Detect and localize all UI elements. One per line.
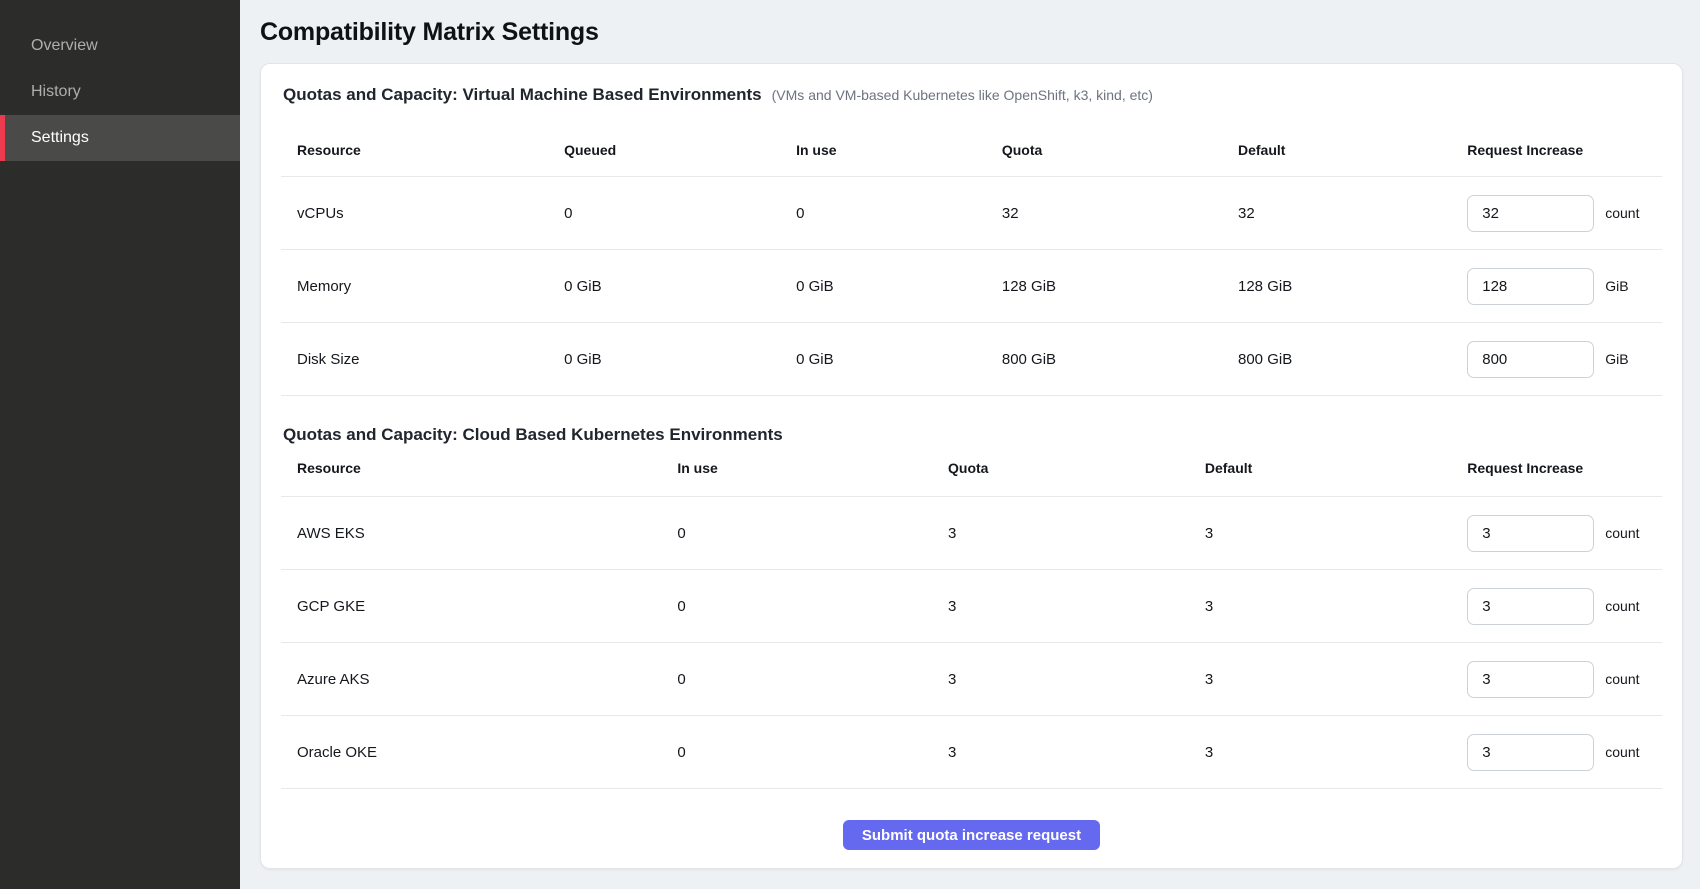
default-cell: 3 — [1205, 716, 1467, 789]
k8s-section-title: Quotas and Capacity: Cloud Based Kuberne… — [283, 424, 783, 445]
queued-cell: 0 — [564, 177, 796, 250]
in-use-cell: 0 — [677, 716, 948, 789]
column-header-request-increase: Request Increase — [1467, 122, 1662, 177]
default-cell: 32 — [1238, 177, 1467, 250]
default-cell: 3 — [1205, 643, 1467, 716]
sidebar-item-settings[interactable]: Settings — [0, 115, 240, 161]
unit-label: GiB — [1605, 351, 1628, 367]
default-cell: 128 GiB — [1238, 250, 1467, 323]
request-increase-input[interactable] — [1467, 195, 1594, 232]
in-use-cell: 0 GiB — [796, 323, 1002, 396]
column-header-request-increase: Request Increase — [1467, 445, 1662, 497]
request-increase-input[interactable] — [1467, 341, 1594, 378]
resource-cell: Oracle OKE — [281, 716, 677, 789]
column-header-quota: Quota — [948, 445, 1205, 497]
request-increase-cell: count — [1467, 643, 1662, 716]
column-header-in-use: In use — [677, 445, 948, 497]
unit-label: count — [1605, 744, 1639, 760]
table-row-aws-eks: AWS EKS 0 3 3 count — [281, 497, 1662, 570]
table-row-vcpus: vCPUs 0 0 32 32 count — [281, 177, 1662, 250]
quota-cell: 3 — [948, 497, 1205, 570]
quota-cell: 128 GiB — [1002, 250, 1238, 323]
unit-label: count — [1605, 525, 1639, 541]
in-use-cell: 0 — [796, 177, 1002, 250]
vm-section-title: Quotas and Capacity: Virtual Machine Bas… — [283, 84, 762, 105]
vm-table-header-row: Resource Queued In use Quota Default Req… — [281, 122, 1662, 177]
column-header-resource: Resource — [281, 122, 564, 177]
in-use-cell: 0 — [677, 497, 948, 570]
unit-label: count — [1605, 598, 1639, 614]
request-increase-input[interactable] — [1467, 588, 1594, 625]
queued-cell: 0 GiB — [564, 250, 796, 323]
table-row-gcp-gke: GCP GKE 0 3 3 count — [281, 570, 1662, 643]
k8s-table-header-row: Resource In use Quota Default Request In… — [281, 445, 1662, 497]
queued-cell: 0 GiB — [564, 323, 796, 396]
submit-quota-increase-button[interactable]: Submit quota increase request — [843, 820, 1100, 850]
k8s-section-heading: Quotas and Capacity: Cloud Based Kuberne… — [283, 424, 1662, 445]
resource-cell: vCPUs — [281, 177, 564, 250]
resource-cell: Disk Size — [281, 323, 564, 396]
quota-cell: 32 — [1002, 177, 1238, 250]
column-header-queued: Queued — [564, 122, 796, 177]
k8s-quota-table: Resource In use Quota Default Request In… — [281, 445, 1662, 789]
table-row-memory: Memory 0 GiB 0 GiB 128 GiB 128 GiB GiB — [281, 250, 1662, 323]
main-content: Compatibility Matrix Settings Quotas and… — [240, 0, 1700, 889]
request-increase-cell: count — [1467, 570, 1662, 643]
request-increase-input[interactable] — [1467, 661, 1594, 698]
sidebar-item-overview[interactable]: Overview — [0, 23, 240, 69]
sidebar: Overview History Settings — [0, 0, 240, 889]
vm-section-subtitle: (VMs and VM-based Kubernetes like OpenSh… — [772, 85, 1153, 106]
column-header-default: Default — [1238, 122, 1467, 177]
request-increase-cell: count — [1467, 497, 1662, 570]
resource-cell: Memory — [281, 250, 564, 323]
in-use-cell: 0 GiB — [796, 250, 1002, 323]
vm-quota-table: Resource Queued In use Quota Default Req… — [281, 122, 1662, 396]
sidebar-item-history[interactable]: History — [0, 69, 240, 115]
column-header-in-use: In use — [796, 122, 1002, 177]
in-use-cell: 0 — [677, 570, 948, 643]
table-row-azure-aks: Azure AKS 0 3 3 count — [281, 643, 1662, 716]
unit-label: count — [1605, 671, 1639, 687]
submit-row: Submit quota increase request — [281, 789, 1662, 850]
quota-cell: 800 GiB — [1002, 323, 1238, 396]
request-increase-input[interactable] — [1467, 734, 1594, 771]
table-row-disk-size: Disk Size 0 GiB 0 GiB 800 GiB 800 GiB Gi… — [281, 323, 1662, 396]
request-increase-input[interactable] — [1467, 515, 1594, 552]
request-increase-cell: count — [1467, 716, 1662, 789]
quota-cell: 3 — [948, 643, 1205, 716]
column-header-default: Default — [1205, 445, 1467, 497]
table-row-oracle-oke: Oracle OKE 0 3 3 count — [281, 716, 1662, 789]
request-increase-cell: GiB — [1467, 323, 1662, 396]
page-title: Compatibility Matrix Settings — [260, 17, 1683, 47]
vm-section-heading: Quotas and Capacity: Virtual Machine Bas… — [283, 84, 1662, 106]
default-cell: 3 — [1205, 497, 1467, 570]
resource-cell: AWS EKS — [281, 497, 677, 570]
default-cell: 3 — [1205, 570, 1467, 643]
quota-cell: 3 — [948, 716, 1205, 789]
request-increase-input[interactable] — [1467, 268, 1594, 305]
request-increase-cell: GiB — [1467, 250, 1662, 323]
in-use-cell: 0 — [677, 643, 948, 716]
column-header-resource: Resource — [281, 445, 677, 497]
quota-cell: 3 — [948, 570, 1205, 643]
default-cell: 800 GiB — [1238, 323, 1467, 396]
quota-settings-card: Quotas and Capacity: Virtual Machine Bas… — [260, 63, 1683, 869]
resource-cell: Azure AKS — [281, 643, 677, 716]
unit-label: count — [1605, 205, 1639, 221]
unit-label: GiB — [1605, 278, 1628, 294]
column-header-quota: Quota — [1002, 122, 1238, 177]
request-increase-cell: count — [1467, 177, 1662, 250]
resource-cell: GCP GKE — [281, 570, 677, 643]
